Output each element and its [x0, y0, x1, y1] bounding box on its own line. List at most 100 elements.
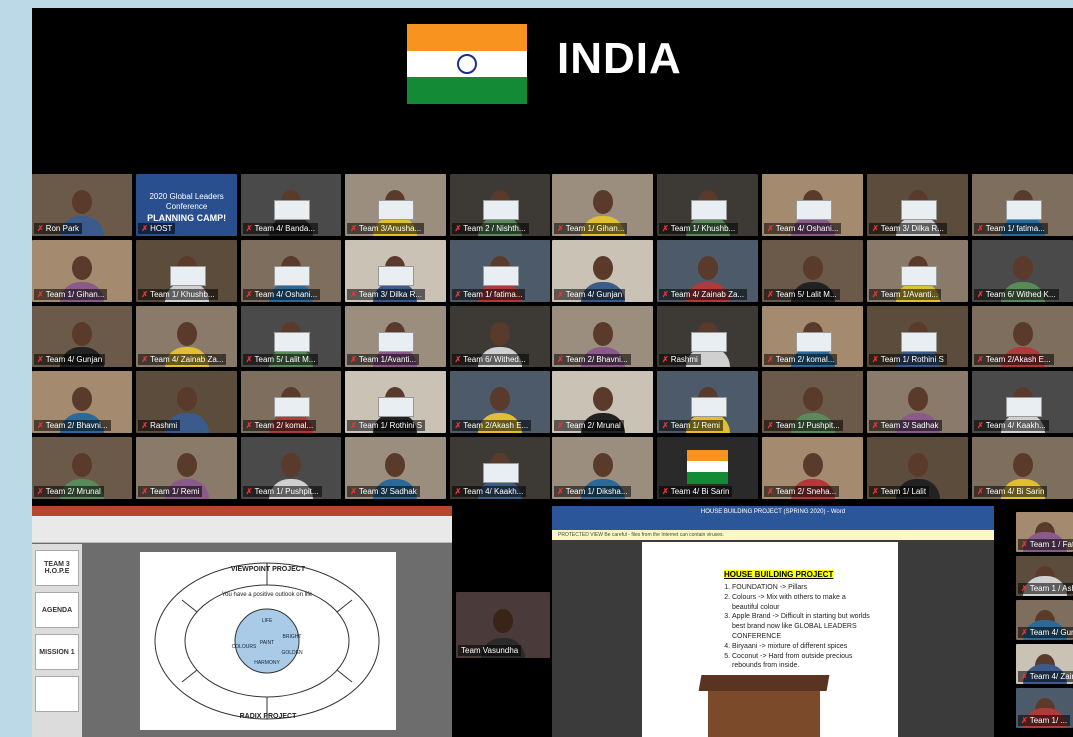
- right-video-tile[interactable]: ✗ Rashmi: [657, 305, 758, 368]
- participant-name: ✗ Team 6/ Withed K...: [974, 288, 1059, 300]
- right-video-tile[interactable]: ✗ Team 3/ Sadhak: [867, 371, 968, 434]
- svg-text:GOLDEN: GOLDEN: [281, 650, 303, 656]
- left-video-tile[interactable]: ✗ Team 1/ Rothini S: [345, 371, 446, 434]
- left-video-tile[interactable]: ✗ Team 2/ komal...: [240, 371, 342, 434]
- right-video-tile[interactable]: ✗ Team 4/ Oshani...: [762, 174, 863, 236]
- muted-mic-icon: ✗: [767, 486, 774, 496]
- left-video-tile[interactable]: ✗ Team 4/ Gunjan: [32, 305, 133, 368]
- column-video-tile[interactable]: ✗Team 4/ Zainab Za...: [1016, 644, 1073, 684]
- held-card: [1005, 397, 1042, 418]
- right-video-tile[interactable]: ✗ Team 4/ Bi Sarin: [657, 437, 758, 499]
- svg-text:COLOURS: COLOURS: [232, 644, 257, 650]
- muted-mic-icon: ✗: [454, 223, 462, 233]
- right-video-tile[interactable]: ✗ Team 2/ Mrunal: [552, 371, 653, 434]
- left-video-tile[interactable]: ✗ Team 3/Anusha...: [345, 174, 446, 236]
- right-video-tile[interactable]: ✗ Team 2/ komal...: [762, 305, 863, 368]
- right-video-tile[interactable]: ✗ Team 4/ Bi Sarin: [972, 437, 1073, 499]
- held-card: [482, 199, 519, 220]
- gallery-grid-right: ✗ Team 1/ Gihan... ✗ Team 1/ Khushb... ✗ Team…: [552, 174, 1073, 499]
- participant-name: ✗ Team 4/ Kaakh...: [974, 420, 1049, 432]
- face: [1012, 453, 1033, 478]
- held-card: [482, 463, 519, 484]
- list-item: Coconut -> Hard from outside precious re…: [732, 652, 872, 672]
- right-video-tile[interactable]: ✗ Team 1/ Gihan...: [552, 174, 653, 236]
- muted-mic-icon: ✗: [37, 223, 44, 233]
- list-item: FOUNDATION -> Pillars: [732, 583, 872, 593]
- left-video-tile[interactable]: ✗ Team 1/ Pushpit...: [240, 437, 342, 499]
- participant-name: ✗ Team 4/ Banda...: [242, 222, 318, 234]
- left-video-tile[interactable]: ✗ Rashmi: [136, 371, 237, 434]
- held-card: [169, 265, 206, 286]
- left-video-tile[interactable]: ✗ Team 4/ Zainab Za...: [136, 305, 237, 368]
- word-title: HOUSE BUILDING PROJECT (SPRING 2020) - W…: [552, 506, 994, 518]
- face: [802, 387, 823, 412]
- column-video-tile[interactable]: ✗Team 1 / Ashok...: [1016, 556, 1073, 596]
- left-video-tile[interactable]: ✗ Team 1/ Khushb...: [136, 239, 237, 302]
- right-video-tile[interactable]: ✗ Team 1/ fatima...: [972, 174, 1073, 236]
- column-video-tile[interactable]: ✗Team 1 / Fatima...: [1016, 512, 1073, 552]
- left-video-tile[interactable]: ✗ Team 1/ Gihan...: [32, 239, 133, 302]
- right-video-tile[interactable]: ✗ Team 1/ Lalit: [867, 437, 968, 499]
- muted-mic-icon: ✗: [350, 289, 357, 299]
- right-video-tile[interactable]: ✗ Team 4/ Zainab Za...: [657, 239, 758, 302]
- column-video-tile[interactable]: ✗ Team 1/ ...: [1016, 688, 1073, 728]
- slide-thumb[interactable]: AGENDA: [35, 592, 79, 628]
- face: [489, 321, 510, 346]
- left-video-tile[interactable]: ✗ Team 2/ Bhavni...: [32, 371, 133, 434]
- participant-name: ✗ Team 1/Avanti...: [347, 354, 420, 366]
- right-video-tile[interactable]: ✗ Team 2/ Bhavni...: [552, 305, 653, 368]
- ppt-screen-share: TEAM 3 H.O.P.E AGENDA MISSION 1 VIEWPOIN…: [32, 506, 452, 737]
- participant-video[interactable]: Team Vasundha: [456, 592, 550, 658]
- participant-name: ✗ Team 1/ Remi: [659, 420, 724, 432]
- left-video-tile[interactable]: ✗ Team 4/ Kaakh...: [449, 437, 550, 499]
- face: [802, 255, 823, 280]
- right-video-tile[interactable]: ✗ Team 2/ Sneha...: [762, 437, 863, 499]
- face: [72, 255, 93, 280]
- left-video-tile[interactable]: ✗ Ron Park: [32, 174, 133, 236]
- slide-thumb[interactable]: MISSION 1: [35, 634, 79, 670]
- face: [592, 453, 613, 478]
- left-video-tile[interactable]: 2020 Global Leaders Conference PLANNING C…: [136, 174, 237, 236]
- right-video-tile[interactable]: ✗ Team 1/Avanti...: [867, 239, 968, 302]
- right-video-tile[interactable]: ✗ Team 1/ Rothini S: [867, 305, 968, 368]
- left-video-tile[interactable]: ✗ Team 4/ Banda...: [240, 174, 342, 236]
- participant-name: ✗ Team 4/ Oshani...: [242, 288, 321, 300]
- muted-mic-icon: ✗: [977, 355, 984, 365]
- right-video-tile[interactable]: ✗ Team 4/ Kaakh...: [972, 371, 1073, 434]
- muted-mic-icon: ✗: [37, 355, 44, 365]
- right-video-tile[interactable]: ✗ Team 1/ Khushb...: [657, 174, 758, 236]
- right-video-tile[interactable]: ✗ Team 5/ Lalit M...: [762, 239, 863, 302]
- muted-mic-icon: ✗: [454, 355, 462, 365]
- right-video-tile[interactable]: ✗ Team 6/ Withed K...: [972, 239, 1073, 302]
- left-video-tile[interactable]: ✗ Team 2/ Mrunal: [32, 437, 133, 499]
- left-video-tile[interactable]: ✗ Team 5/ Lalit M...: [240, 305, 342, 368]
- left-video-tile[interactable]: ✗ Team 2/Akash E...: [449, 371, 550, 434]
- left-video-tile[interactable]: ✗ Team 3/ Dilka R...: [345, 239, 446, 302]
- left-video-tile[interactable]: ✗ Team 2 / Nishth...: [449, 174, 550, 236]
- right-video-tile[interactable]: ✗ Team 2/Akash E...: [972, 305, 1073, 368]
- held-card: [690, 397, 727, 418]
- left-video-tile[interactable]: ✗ Team 3/ Sadhak: [345, 437, 446, 499]
- slide-thumbnails: TEAM 3 H.O.P.E AGENDA MISSION 1: [32, 544, 82, 737]
- right-video-tile[interactable]: ✗ Team 3/ Dilka R...: [867, 174, 968, 236]
- right-video-tile[interactable]: ✗ Team 4/ Gunjan: [552, 239, 653, 302]
- slide-thumb[interactable]: TEAM 3 H.O.P.E: [35, 550, 79, 586]
- page-title: INDIA: [557, 34, 682, 83]
- muted-mic-icon: ✗: [872, 486, 879, 496]
- face: [592, 321, 613, 346]
- slide-thumb[interactable]: [35, 676, 79, 712]
- right-video-tile[interactable]: ✗ Team 1/ Pushpit...: [762, 371, 863, 434]
- left-video-tile[interactable]: ✗ Team 1/ Remi: [136, 437, 237, 499]
- muted-mic-icon: ✗: [872, 289, 879, 299]
- right-video-tile[interactable]: ✗ Team 1/ Remi: [657, 371, 758, 434]
- india-flag: [407, 24, 527, 104]
- left-video-tile[interactable]: ✗ Team 4/ Oshani...: [240, 239, 342, 302]
- left-video-tile[interactable]: ✗ Team 1/Avanti...: [345, 305, 446, 368]
- left-video-tile[interactable]: ✗ Team 6/ Withed...: [449, 305, 550, 368]
- right-video-tile[interactable]: ✗ Team 1/ Diksha...: [552, 437, 653, 499]
- muted-mic-icon: ✗: [245, 289, 253, 299]
- chakra-icon: [457, 53, 477, 74]
- left-video-tile[interactable]: ✗ Team 1/ fatima...: [449, 239, 550, 302]
- participant-name: ✗ Team 5/ Lalit M...: [242, 354, 319, 366]
- column-video-tile[interactable]: ✗Team 4/ Gunjan: [1016, 600, 1073, 640]
